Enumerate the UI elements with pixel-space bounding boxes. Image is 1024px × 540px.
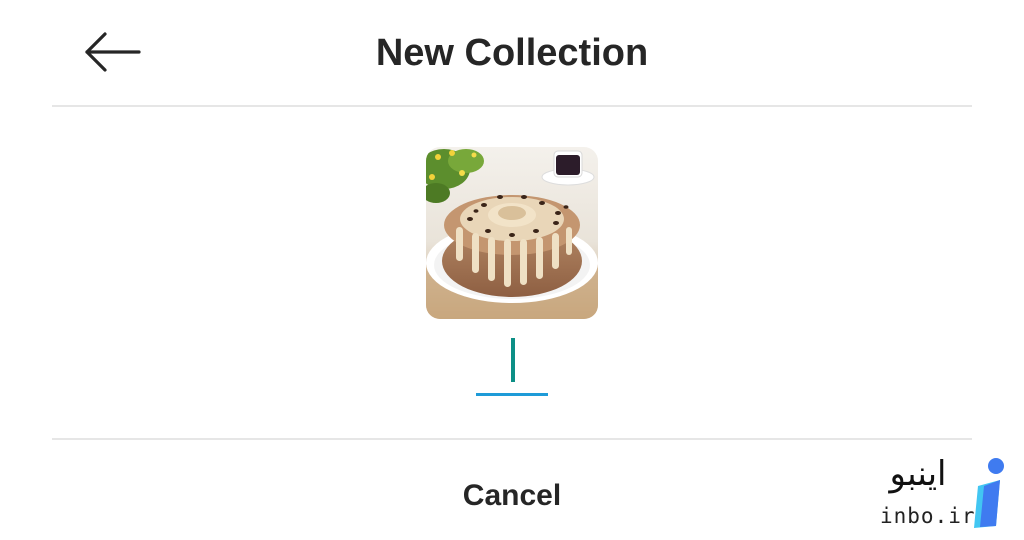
inbo-logo-icon bbox=[974, 458, 1004, 528]
watermark-text-en: inbo.ir bbox=[880, 504, 976, 528]
input-underline bbox=[476, 393, 548, 396]
header-divider bbox=[52, 105, 972, 107]
watermark: اینبو inbo.ir bbox=[878, 452, 1012, 532]
watermark-text-fa: اینبو bbox=[889, 454, 947, 494]
cancel-label: Cancel bbox=[462, 479, 562, 512]
text-caret bbox=[511, 338, 515, 382]
cake-photo bbox=[426, 147, 598, 319]
header: New Collection bbox=[0, 0, 1024, 106]
collection-cover-image[interactable] bbox=[426, 147, 598, 319]
collection-name-field[interactable] bbox=[472, 332, 552, 398]
footer-divider bbox=[52, 438, 972, 440]
page-title: New Collection bbox=[375, 32, 649, 74]
cancel-button[interactable]: Cancel bbox=[412, 470, 612, 522]
